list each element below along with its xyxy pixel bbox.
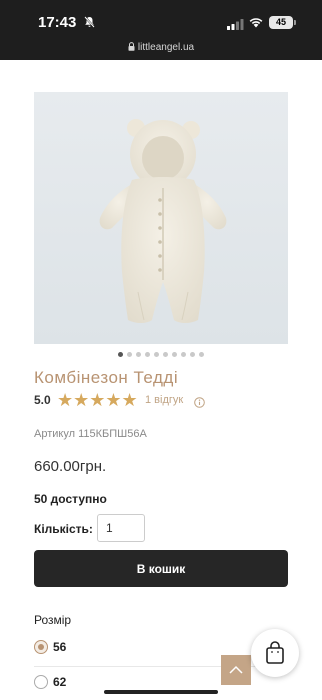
floating-cart-button[interactable] [251,629,299,677]
product-image[interactable] [34,92,288,344]
lock-icon [128,41,135,57]
cellular-signal-icon [227,17,244,35]
gallery-dot[interactable] [181,352,186,357]
gallery-dot[interactable] [127,352,132,357]
stock-availability: 50 доступно [34,492,107,506]
status-time: 17:43 [38,14,77,31]
product-sku: Артикул 115КБПШ56А [34,428,147,440]
home-indicator [104,690,218,694]
gallery-dot[interactable] [172,352,177,357]
url-text: littleangel.ua [137,42,195,53]
size-radio-62[interactable] [34,675,48,689]
muted-bell-icon [84,15,95,33]
shopping-bag-icon [266,641,284,664]
gallery-dot[interactable] [145,352,150,357]
gallery-dot[interactable] [190,352,195,357]
gallery-dot[interactable] [118,352,123,357]
info-icon[interactable] [194,395,205,413]
add-to-cart-button[interactable]: В кошик [34,550,288,587]
scroll-to-top-button[interactable] [221,655,251,685]
quantity-label: Кількість: [34,522,93,536]
chevron-up-icon [229,665,243,674]
size-option-label: 56 [53,640,67,654]
gallery-dot[interactable] [199,352,204,357]
size-label: Розмір [34,613,72,627]
gallery-pagination[interactable] [0,352,322,360]
browser-chrome: 17:43 45 littleangel.ua [0,0,322,60]
rating-stars: ★★★★★ [57,390,138,410]
quantity-input[interactable] [97,514,145,542]
address-bar[interactable]: littleangel.ua [0,40,322,60]
size-option-label: 62 [53,675,67,689]
gallery-dot[interactable] [154,352,159,357]
size-radio-56[interactable] [34,640,48,654]
product-title: Комбінезон Тедді [34,368,179,387]
battery-nub [294,20,296,25]
battery-indicator: 45 [269,16,293,29]
reviews-link[interactable]: 1 відгук [145,394,183,406]
product-price: 660.00грн. [34,458,107,475]
rating-value: 5.0 [34,393,51,407]
gallery-dot[interactable] [136,352,141,357]
wifi-icon [248,15,264,33]
gallery-dot[interactable] [163,352,168,357]
status-bar: 17:43 45 [0,0,322,40]
